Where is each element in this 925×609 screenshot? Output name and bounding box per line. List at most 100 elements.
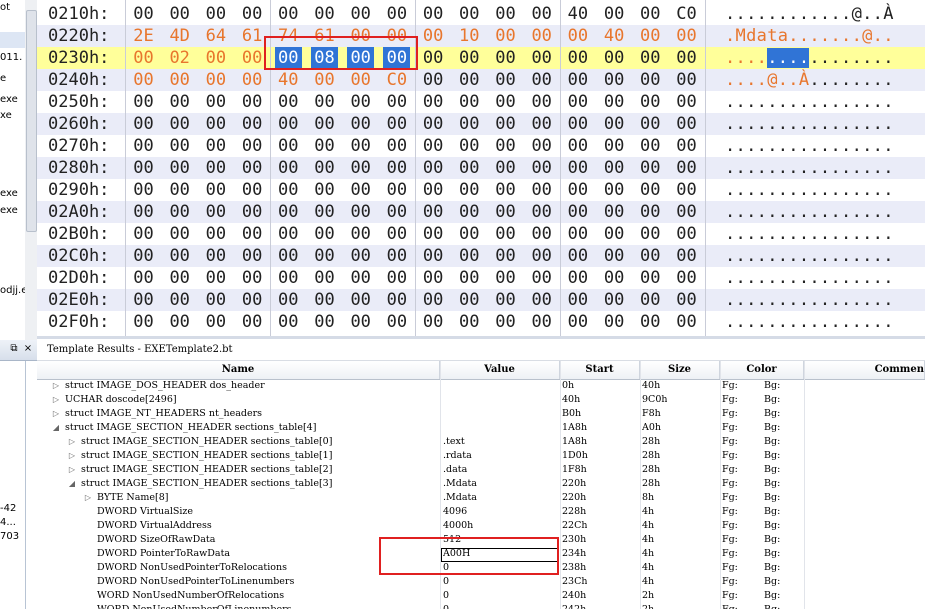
hex-byte[interactable]: 00 [383,157,410,179]
hex-byte[interactable]: 00 [202,267,229,289]
hex-byte[interactable]: 00 [637,135,664,157]
hex-byte[interactable]: 00 [166,157,193,179]
file-list-item[interactable]: 011. [0,52,22,63]
template-row[interactable]: WORD NonUsedNumberOfLinenumbers 0 242h 2h Fg… [37,603,925,609]
hex-byte[interactable]: 00 [311,289,338,311]
hex-byte[interactable]: 00 [130,223,157,245]
hex-byte[interactable]: 00 [456,91,483,113]
hex-byte[interactable]: 00 [564,69,591,91]
hex-byte[interactable]: 00 [564,245,591,267]
file-list-item[interactable]: ot [0,2,10,13]
hex-byte[interactable]: 00 [420,179,447,201]
hex-byte[interactable]: 00 [528,135,555,157]
hex-byte[interactable]: 00 [166,289,193,311]
hex-byte[interactable]: 00 [492,25,519,47]
ascii-column[interactable]: ....@..À........ [725,69,894,91]
hex-byte[interactable]: 00 [528,201,555,223]
hex-byte[interactable]: 00 [130,69,157,91]
hex-byte[interactable]: 00 [528,267,555,289]
hex-byte[interactable]: 00 [275,223,302,245]
hex-byte[interactable]: 00 [637,267,664,289]
file-list-item[interactable]: xe [0,110,12,121]
hex-byte[interactable]: 00 [528,25,555,47]
file-list-item[interactable]: exe [0,188,18,199]
template-row[interactable]: WORD NonUsedNumberOfRelocations 0 240h 2h Fg… [37,589,925,603]
hex-byte[interactable]: 00 [564,113,591,135]
hex-byte[interactable]: 00 [673,91,700,113]
hex-byte[interactable]: 00 [202,47,229,69]
column-header-value[interactable]: Value [440,361,560,379]
hex-byte[interactable]: 00 [420,25,447,47]
hex-byte[interactable]: 00 [202,179,229,201]
hex-byte[interactable]: C0 [673,3,700,25]
hex-byte[interactable]: 00 [311,3,338,25]
hex-byte[interactable]: 00 [456,267,483,289]
file-list-panel[interactable]: ot 011. e exe xe exe exe odjj.e -42 4... 703 [0,0,26,609]
hex-byte[interactable]: 00 [528,91,555,113]
hex-row[interactable]: 02A0h: 00 00 00 00 00 00 00 00 00 00 00 00 00 00 00 00..… [37,201,925,223]
hex-byte[interactable]: 00 [456,135,483,157]
hex-byte[interactable]: 00 [166,3,193,25]
hex-byte[interactable]: 00 [383,267,410,289]
hex-byte[interactable]: 00 [673,69,700,91]
hex-byte[interactable]: 00 [601,47,628,69]
hex-byte[interactable]: 00 [166,201,193,223]
hex-byte[interactable]: 40 [275,69,302,91]
template-row[interactable]: ◢ struct IMAGE_SECTION_HEADER sections_ta… [37,477,925,491]
ascii-column[interactable]: ................ [725,47,894,69]
hex-byte[interactable]: 00 [275,3,302,25]
hex-byte[interactable]: 00 [456,69,483,91]
hex-byte[interactable]: C0 [383,69,410,91]
hex-byte[interactable]: 00 [239,289,266,311]
hex-byte[interactable]: 00 [383,289,410,311]
hex-byte[interactable]: 00 [637,289,664,311]
hex-byte[interactable]: 00 [492,135,519,157]
hex-byte[interactable]: 00 [492,3,519,25]
hex-byte[interactable]: 00 [564,223,591,245]
hex-row[interactable]: 0220h: 2E 4D 64 61 74 61 00 00 00 10 00 00 00 40 00 00 .M… [37,25,925,47]
hex-byte[interactable]: 00 [275,113,302,135]
hex-byte[interactable]: 00 [564,311,591,333]
hex-byte[interactable]: 00 [456,47,483,69]
hex-byte[interactable]: 00 [456,289,483,311]
hex-byte[interactable]: 00 [637,157,664,179]
hex-byte[interactable]: 00 [564,289,591,311]
hex-row[interactable]: 0290h: 00 00 00 00 00 00 00 00 00 00 00 00 00 00 00 00..… [37,179,925,201]
hex-byte[interactable]: 00 [202,311,229,333]
hex-byte[interactable]: 00 [239,157,266,179]
hex-byte[interactable]: 00 [420,135,447,157]
hex-byte[interactable]: 00 [130,91,157,113]
ascii-column[interactable]: ................ [725,311,894,333]
hex-byte[interactable]: 00 [492,47,519,69]
hex-byte[interactable]: 00 [347,69,374,91]
hex-byte[interactable]: 00 [130,113,157,135]
hex-byte[interactable]: 00 [492,289,519,311]
hex-byte[interactable]: 00 [528,113,555,135]
hex-byte[interactable]: 00 [239,311,266,333]
hex-byte[interactable]: 00 [456,311,483,333]
hex-byte[interactable]: 00 [383,223,410,245]
hex-byte[interactable]: 00 [166,267,193,289]
column-header-size[interactable]: Size [640,361,720,379]
hex-byte[interactable]: 00 [637,69,664,91]
template-row[interactable]: ▷ BYTE Name[8] .Mdata 220h 8h Fg: Bg: [37,491,925,505]
template-row[interactable]: ▷ struct IMAGE_SECTION_HEADER sections_ta… [37,449,925,463]
hex-byte[interactable]: 4D [166,25,193,47]
hex-byte[interactable]: 00 [239,179,266,201]
hex-byte[interactable]: 00 [347,179,374,201]
hex-byte[interactable]: 00 [130,311,157,333]
hex-byte[interactable]: 00 [564,201,591,223]
hex-byte[interactable]: 00 [456,157,483,179]
hex-byte[interactable]: 00 [637,223,664,245]
template-row[interactable]: ▷ struct IMAGE_SECTION_HEADER sections_ta… [37,463,925,477]
hex-byte[interactable]: 00 [673,223,700,245]
hex-byte[interactable]: 00 [166,311,193,333]
hex-byte[interactable]: 00 [166,113,193,135]
hex-byte[interactable]: 00 [239,69,266,91]
hex-row[interactable]: 0230h: 00 02 00 00 00 08 00 00 00 00 00 00 00 00 00 00..… [37,47,925,69]
hex-byte[interactable]: 00 [202,69,229,91]
hex-byte[interactable]: 00 [130,157,157,179]
ascii-column[interactable]: ................ [725,201,894,223]
hex-byte[interactable]: 00 [637,113,664,135]
hex-byte[interactable]: 00 [637,25,664,47]
